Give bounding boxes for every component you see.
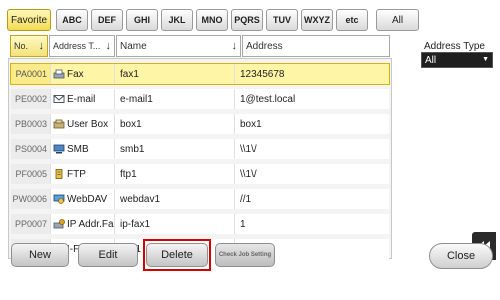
row-type: WebDAV bbox=[50, 189, 114, 209]
row-type: User Box bbox=[50, 114, 114, 134]
sort-by-name-column[interactable]: Name ↓ bbox=[116, 35, 241, 57]
new-button[interactable]: New bbox=[11, 243, 69, 267]
row-name: box1 bbox=[114, 114, 234, 134]
address-type-label: Address Type bbox=[424, 41, 485, 52]
tab-mno[interactable]: MNO bbox=[196, 9, 228, 31]
row-number: PF0005 bbox=[11, 164, 50, 184]
column-address-label: Address bbox=[246, 40, 283, 52]
row-name: webdav1 bbox=[114, 189, 234, 209]
table-row[interactable]: PE0002 E-mail e-mail1 1@test.local bbox=[11, 89, 389, 109]
row-number: PP0007 bbox=[11, 214, 50, 234]
table-row[interactable]: PF0005 FTP ftp1 \\1\/ bbox=[11, 164, 389, 184]
bottom-bar bbox=[0, 266, 500, 300]
row-type: SMB bbox=[50, 139, 114, 159]
email-icon bbox=[53, 95, 65, 103]
fax-icon bbox=[53, 69, 65, 79]
tab-def[interactable]: DEF bbox=[91, 9, 123, 31]
tab-ghi[interactable]: GHI bbox=[126, 9, 158, 31]
table-row[interactable]: PB0003 User Box box1 box1 bbox=[11, 114, 389, 134]
row-type-label: SMB bbox=[67, 143, 89, 155]
row-name: fax1 bbox=[114, 64, 234, 84]
row-type-label: FTP bbox=[67, 168, 86, 180]
column-type-label: Address T... bbox=[53, 41, 101, 51]
column-no-label: No. bbox=[14, 41, 29, 51]
tab-tuv[interactable]: TUV bbox=[266, 9, 298, 31]
tab-pqrs[interactable]: PQRS bbox=[231, 9, 263, 31]
row-type: IP Addr.Fax bbox=[50, 214, 114, 234]
column-address: Address bbox=[242, 35, 390, 57]
ftp-icon bbox=[55, 169, 63, 179]
table-row[interactable]: PW0006 WebDAV webdav1 //1 bbox=[11, 189, 389, 209]
row-type-label: User Box bbox=[67, 118, 109, 130]
user-box-icon bbox=[53, 119, 65, 129]
tab-all[interactable]: All bbox=[376, 9, 419, 31]
row-type: E-mail bbox=[50, 89, 114, 109]
column-name-label: Name bbox=[120, 40, 147, 52]
row-number: PE0002 bbox=[11, 89, 50, 109]
row-type-label: Fax bbox=[67, 68, 84, 80]
sort-down-arrow-icon: ↓ bbox=[105, 40, 112, 52]
row-address: 12345678 bbox=[234, 64, 389, 84]
row-number: PA0001 bbox=[11, 64, 50, 84]
row-type: Fax bbox=[50, 64, 114, 84]
row-name: ftp1 bbox=[114, 164, 234, 184]
table-row[interactable]: PA0001 Fax fax1 12345678 bbox=[10, 63, 390, 85]
sort-down-arrow-icon: ↓ bbox=[38, 40, 45, 52]
row-address: 1 bbox=[234, 214, 389, 234]
tab-wxyz[interactable]: WXYZ bbox=[301, 9, 333, 31]
sort-by-no-column[interactable]: No. ↓ bbox=[10, 35, 48, 57]
row-type-label: E-mail bbox=[67, 93, 96, 105]
row-address: \\1\/ bbox=[234, 139, 389, 159]
sort-down-arrow-icon: ↓ bbox=[231, 40, 238, 52]
row-type: FTP bbox=[50, 164, 114, 184]
address-type-select[interactable]: All ▼ bbox=[421, 52, 493, 68]
close-button[interactable]: Close bbox=[429, 243, 493, 269]
ip-fax-icon bbox=[53, 219, 65, 229]
row-name: ip-fax1 bbox=[114, 214, 234, 234]
row-type-label: WebDAV bbox=[67, 193, 108, 205]
tab-favorite[interactable]: Favorite bbox=[7, 9, 51, 31]
row-address: //1 bbox=[234, 189, 389, 209]
row-address: box1 bbox=[234, 114, 389, 134]
tab-etc[interactable]: etc bbox=[336, 9, 368, 31]
edit-button[interactable]: Edit bbox=[78, 243, 138, 267]
row-number: PW0006 bbox=[11, 189, 50, 209]
row-name: smb1 bbox=[114, 139, 234, 159]
dropdown-arrow-icon: ▼ bbox=[482, 56, 489, 63]
check-job-setting-button[interactable]: Check Job Setting bbox=[215, 243, 275, 267]
row-address: 1@test.local bbox=[234, 89, 389, 109]
tab-jkl[interactable]: JKL bbox=[161, 9, 193, 31]
table-row[interactable]: PP0007 IP Addr.Fax ip-fax1 1 bbox=[11, 214, 389, 234]
row-number: PS0004 bbox=[11, 139, 50, 159]
tab-abc[interactable]: ABC bbox=[56, 9, 88, 31]
delete-button[interactable]: Delete bbox=[146, 243, 208, 267]
address-table: PA0001 Fax fax1 12345678 PE0002 E-mail e… bbox=[8, 58, 392, 259]
table-row[interactable]: PS0004 SMB smb1 \\1\/ bbox=[11, 139, 389, 159]
row-name: e-mail1 bbox=[114, 89, 234, 109]
webdav-icon bbox=[53, 194, 65, 204]
address-type-value: All bbox=[425, 54, 437, 66]
row-address: \\1\/ bbox=[234, 164, 389, 184]
row-number: PB0003 bbox=[11, 114, 50, 134]
smb-icon bbox=[53, 144, 65, 154]
sort-by-type-column[interactable]: Address T... ↓ bbox=[49, 35, 115, 57]
row-type-label: IP Addr.Fax bbox=[67, 218, 114, 230]
